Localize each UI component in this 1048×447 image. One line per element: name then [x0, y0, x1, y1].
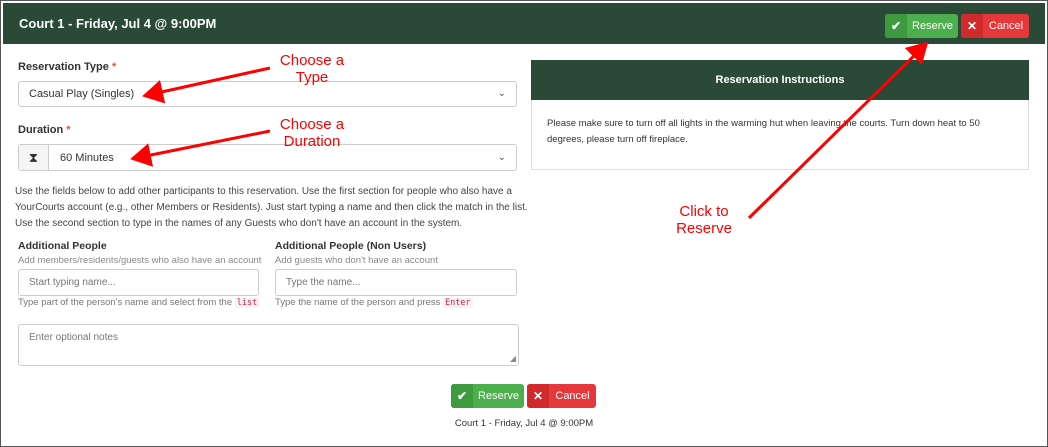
- reserve-button-bottom[interactable]: ✔ Reserve: [451, 384, 524, 408]
- annotation-choose-type: Choose a Type: [266, 52, 358, 86]
- page-title: Court 1 - Friday, Jul 4 @ 9:00PM: [19, 16, 217, 31]
- help-line: Use the fields below to add other partic…: [15, 186, 512, 197]
- non-users-sublabel: Add guests who don't have an account: [275, 255, 438, 266]
- annotation-line: Reserve: [676, 220, 732, 237]
- duration-value: 60 Minutes: [60, 151, 114, 164]
- non-users-hint: Type the name of the person and press En…: [275, 297, 473, 308]
- required-marker: *: [66, 124, 71, 136]
- required-marker: *: [111, 61, 117, 73]
- notes-placeholder: Enter optional notes: [29, 332, 118, 343]
- reservation-type-value: Casual Play (Singles): [29, 88, 135, 100]
- check-icon: ✔: [451, 384, 473, 408]
- annotation-click-reserve: Click to Reserve: [658, 203, 750, 237]
- reservation-type-label: Reservation Type *: [18, 61, 116, 73]
- additional-people-sublabel: Add members/residents/guests who also ha…: [18, 255, 262, 266]
- annotation-choose-duration: Choose a Duration: [266, 116, 358, 150]
- reserve-button-top[interactable]: ✔ Reserve: [885, 14, 958, 38]
- instructions-panel: Reservation Instructions Please make sur…: [531, 60, 1029, 170]
- hourglass-icon: ⧗: [19, 145, 49, 170]
- reservation-type-label-text: Reservation Type: [18, 61, 109, 73]
- hint-code: Enter: [442, 298, 473, 308]
- non-users-input[interactable]: [275, 269, 517, 296]
- cancel-button-top[interactable]: ✕ Cancel: [961, 14, 1029, 38]
- close-icon: ✕: [527, 384, 549, 408]
- instructions-title: Reservation Instructions: [531, 60, 1029, 100]
- hint-text: Type the name of the person and press: [275, 297, 441, 308]
- annotation-line: Choose a: [279, 52, 345, 69]
- hint-code: list: [234, 298, 260, 308]
- annotation-line: Choose a: [279, 116, 345, 133]
- non-users-label: Additional People (Non Users): [275, 240, 427, 252]
- hint-text: Type part of the person's name and selec…: [18, 297, 233, 308]
- help-line: YourCourts account (e.g., other Members …: [15, 202, 528, 213]
- participants-help-text: Use the fields below to add other partic…: [15, 184, 535, 232]
- close-icon: ✕: [961, 14, 983, 38]
- check-icon: ✔: [885, 14, 907, 38]
- annotation-line: Click to: [679, 203, 729, 220]
- reserve-button-label: Reserve: [912, 20, 953, 32]
- chevron-down-icon: ⌄: [497, 87, 506, 99]
- notes-textarea[interactable]: Enter optional notes ◢: [18, 324, 519, 366]
- duration-label-text: Duration: [18, 124, 64, 136]
- footer-title: Court 1 - Friday, Jul 4 @ 9:00PM: [454, 418, 594, 429]
- additional-people-hint: Type part of the person's name and selec…: [18, 297, 260, 308]
- instructions-body: Please make sure to turn off all lights …: [547, 118, 980, 145]
- additional-people-label: Additional People: [18, 240, 107, 252]
- cancel-button-label: Cancel: [555, 390, 590, 402]
- help-line: Use the second section to type in the na…: [15, 218, 463, 229]
- cancel-button-label: Cancel: [988, 20, 1024, 32]
- annotation-line: Duration: [283, 133, 341, 150]
- reserve-button-label: Reserve: [478, 390, 519, 402]
- resize-handle-icon[interactable]: ◢: [510, 354, 516, 363]
- annotation-line: Type: [295, 69, 329, 86]
- duration-label: Duration *: [18, 124, 71, 136]
- cancel-button-bottom[interactable]: ✕ Cancel: [527, 384, 596, 408]
- additional-people-input[interactable]: [18, 269, 259, 296]
- chevron-down-icon: ⌄: [497, 151, 506, 163]
